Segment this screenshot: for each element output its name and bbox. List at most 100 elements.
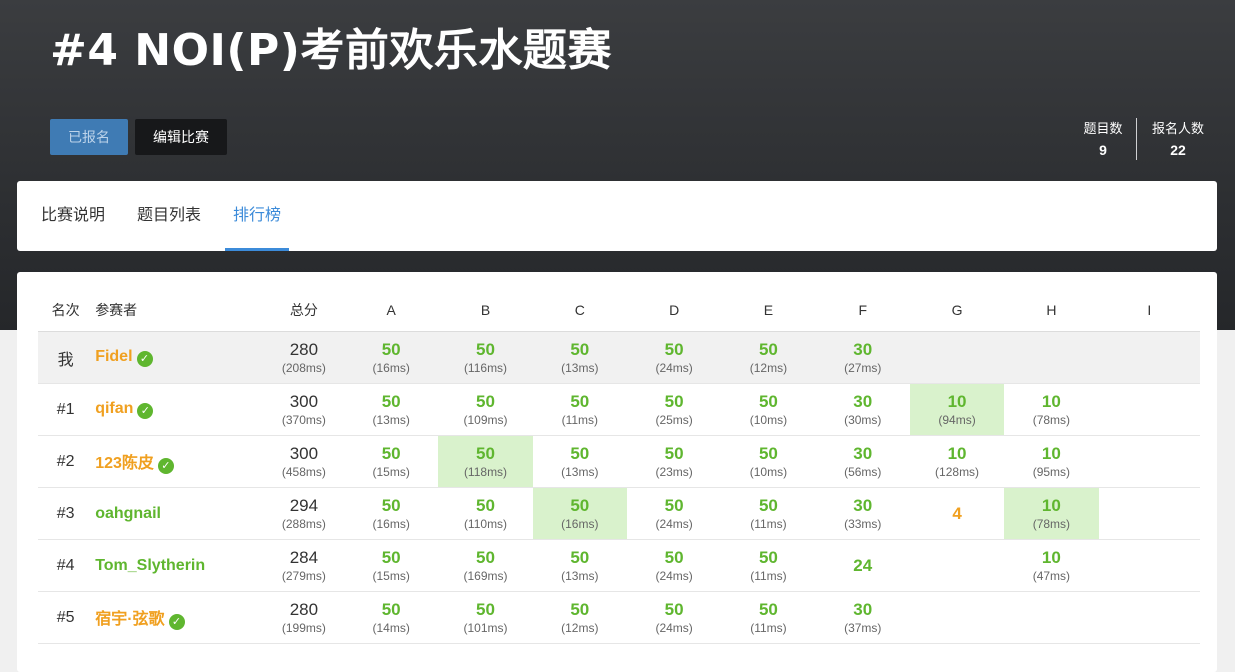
participant-name-link[interactable]: Fidel [95, 348, 132, 365]
problem-score-cell[interactable]: 50 (11ms) [721, 591, 816, 644]
problem-score-cell[interactable]: 50 (11ms) [532, 383, 627, 436]
header-problem-i[interactable]: I [1098, 288, 1200, 332]
problem-time: (11ms) [750, 568, 787, 583]
tab-ranking[interactable]: 排行榜 [225, 181, 289, 251]
problem-score-cell[interactable]: 50 (11ms) [721, 539, 816, 592]
problem-score-cell[interactable]: 30 (30ms) [815, 383, 910, 436]
problem-score-cell[interactable]: 10 (94ms) [909, 383, 1005, 436]
problem-time: (95ms) [1032, 464, 1071, 479]
problem-score-cell[interactable]: 30 (27ms) [815, 331, 910, 384]
edit-contest-button[interactable]: 编辑比赛 [135, 119, 227, 155]
header-problem-a[interactable]: A [344, 288, 439, 332]
problem-score: 30 [853, 339, 873, 359]
problem-score: 50 [476, 547, 495, 567]
problem-time: (13ms) [561, 568, 599, 583]
problem-score: 50 [758, 547, 778, 567]
participant-name-link[interactable]: 宿宇·弦歌 [95, 611, 164, 628]
table-row: #5 宿宇·弦歌 ✓ 280 (199ms) 50 (14ms) 50 (101ms) 50 (12… [38, 591, 1200, 644]
problem-score-cell[interactable]: 50 (15ms) [344, 435, 439, 488]
verified-check-icon: ✓ [137, 403, 154, 419]
problem-score: 50 [476, 391, 495, 411]
problem-score-cell[interactable]: 50 (13ms) [532, 435, 627, 488]
header-problem-f[interactable]: F [815, 288, 910, 332]
problem-score: 50 [381, 443, 401, 463]
participant-name-link[interactable]: qifan [95, 400, 133, 417]
total-score: 280 [289, 339, 319, 359]
problem-score-cell[interactable]: 30 (33ms) [815, 487, 910, 540]
participant-name-link[interactable]: 123陈皮 [95, 455, 154, 472]
total-time: (208ms) [281, 360, 326, 375]
problem-time: (78ms) [1032, 412, 1071, 427]
problem-score-cell[interactable]: 50 (16ms) [344, 331, 439, 384]
problem-score-cell[interactable]: 50 (24ms) [626, 487, 722, 540]
problem-score-cell[interactable]: 50 (109ms) [438, 383, 533, 436]
rank-cell: #3 [38, 487, 94, 540]
problem-score-cell[interactable]: 50 (13ms) [532, 331, 627, 384]
problem-time: (118ms) [463, 464, 508, 479]
header-problem-d[interactable]: D [626, 288, 722, 332]
joined-button[interactable]: 已报名 [50, 119, 128, 155]
participant-count-value: 22 [1170, 142, 1186, 158]
problem-score: 50 [664, 495, 684, 515]
problem-score-cell[interactable]: 50 (16ms) [344, 487, 439, 540]
problem-score-cell[interactable]: 10 (95ms) [1004, 435, 1099, 488]
total-time: (279ms) [281, 568, 326, 583]
problem-time: (10ms) [749, 412, 788, 427]
problem-score-cell [909, 539, 1005, 592]
total-score: 300 [289, 391, 319, 411]
problem-score-cell[interactable]: 10 (128ms) [909, 435, 1005, 488]
problem-score-cell[interactable]: 50 (110ms) [438, 487, 533, 540]
participant-name-link[interactable]: Tom_Slytherin [95, 557, 205, 574]
tab-description[interactable]: 比赛说明 [41, 181, 105, 251]
problem-score: 50 [570, 547, 590, 567]
header-problem-h[interactable]: H [1004, 288, 1099, 332]
problem-score: 50 [476, 599, 495, 619]
table-row: #2 123陈皮 ✓ 300 (458ms) 50 (15ms) 50 (118ms) 50 (13… [38, 435, 1200, 488]
problem-score-cell[interactable]: 50 (14ms) [344, 591, 439, 644]
problem-score-cell[interactable]: 50 (24ms) [626, 331, 722, 384]
problem-score-cell[interactable]: 50 (116ms) [438, 331, 533, 384]
problem-score-cell[interactable]: 50 (101ms) [438, 591, 533, 644]
problem-score-cell[interactable]: 50 (12ms) [532, 591, 627, 644]
problem-score-cell[interactable]: 10 (78ms) [1004, 383, 1099, 436]
problem-time: (30ms) [844, 412, 882, 427]
header-problem-b[interactable]: B [438, 288, 533, 332]
problem-score-cell[interactable]: 50 (13ms) [344, 383, 439, 436]
problem-score-cell[interactable]: 50 (16ms) [532, 487, 627, 540]
problem-time: (24ms) [655, 620, 693, 635]
problem-score-cell[interactable]: 50 (118ms) [438, 435, 533, 488]
tab-problem-list[interactable]: 题目列表 [137, 181, 201, 251]
problem-score-cell[interactable]: 50 (24ms) [626, 591, 722, 644]
problem-score: 30 [853, 495, 873, 515]
problem-score-cell[interactable]: 4 [909, 487, 1005, 540]
problem-score-cell[interactable]: 50 (12ms) [721, 331, 816, 384]
problem-score-cell[interactable]: 50 (25ms) [626, 383, 722, 436]
total-score-cell: 284 (279ms) [263, 539, 345, 592]
problem-score-cell[interactable]: 30 (56ms) [815, 435, 910, 488]
problem-score-cell[interactable]: 30 (37ms) [815, 591, 910, 644]
problem-score-cell[interactable]: 24 [815, 539, 910, 592]
problem-score-cell[interactable]: 50 (15ms) [344, 539, 439, 592]
header-rank: 名次 [38, 288, 94, 332]
problem-score-cell[interactable]: 50 (10ms) [721, 383, 816, 436]
ranking-rows: 我 Fidel ✓ 280 (208ms) 50 (16ms) 50 (116ms) 50 (13m… [38, 331, 1200, 644]
problem-score: 50 [758, 391, 778, 411]
header-problem-g[interactable]: G [909, 288, 1005, 332]
problem-score-cell[interactable]: 50 (10ms) [721, 435, 816, 488]
problem-score-cell[interactable]: 10 (78ms) [1004, 487, 1099, 540]
problem-time: (169ms) [463, 568, 508, 583]
problem-score: 10 [1041, 547, 1061, 567]
header-problem-e[interactable]: E [721, 288, 816, 332]
problem-score-cell[interactable]: 10 (47ms) [1004, 539, 1099, 592]
verified-check-icon: ✓ [136, 351, 153, 367]
total-score-cell: 300 (370ms) [263, 383, 345, 436]
problem-score-cell[interactable]: 50 (24ms) [626, 539, 722, 592]
problem-score: 10 [1041, 443, 1061, 463]
participant-name-link[interactable]: oahgnail [95, 505, 161, 522]
problem-score-cell[interactable]: 50 (169ms) [438, 539, 533, 592]
header-problem-c[interactable]: C [532, 288, 627, 332]
problem-score-cell[interactable]: 50 (11ms) [721, 487, 816, 540]
table-row: #3 oahgnail 294 (288ms) 50 (16ms) 50 (110ms) 50(… [38, 487, 1200, 540]
problem-score-cell[interactable]: 50 (13ms) [532, 539, 627, 592]
problem-score-cell[interactable]: 50 (23ms) [626, 435, 722, 488]
